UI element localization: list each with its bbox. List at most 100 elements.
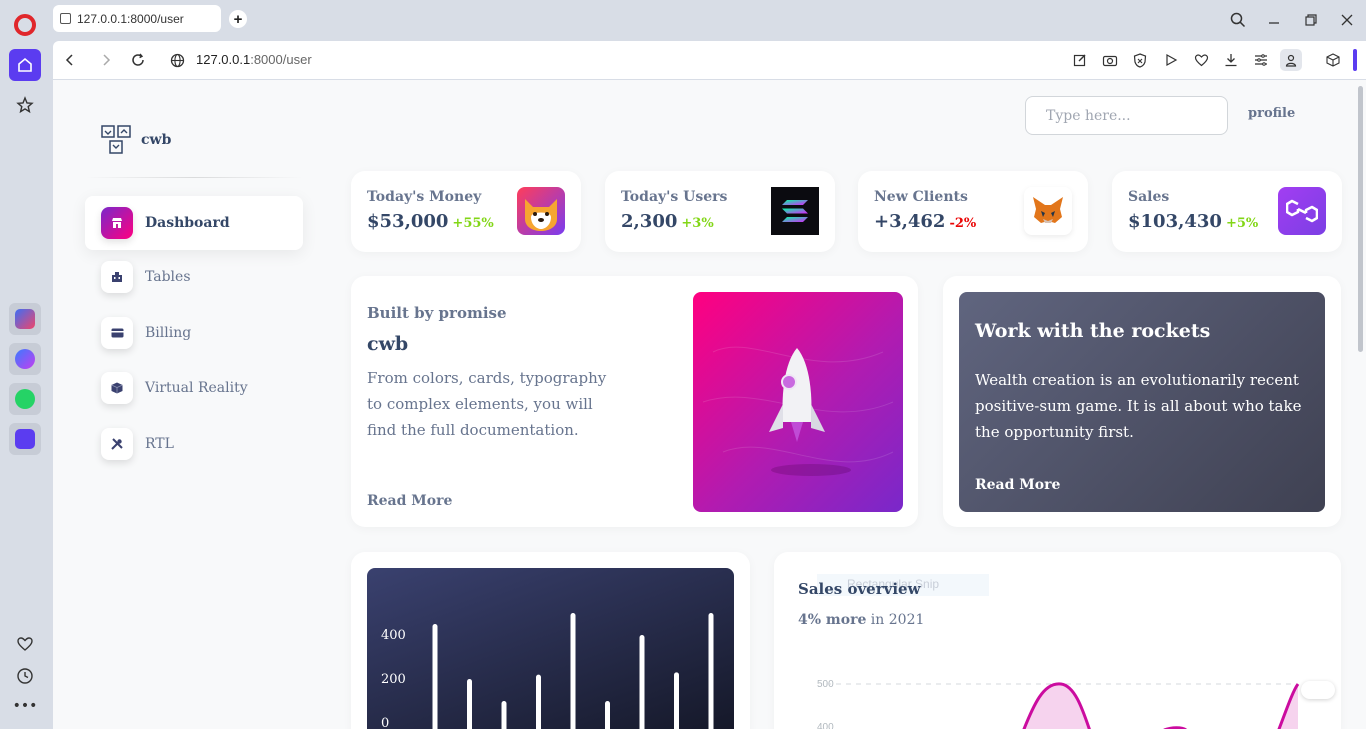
messenger-icon[interactable] [9, 343, 41, 375]
history-clock-icon[interactable] [9, 660, 41, 692]
home-icon[interactable] [9, 49, 41, 81]
rockets-text: Wealth creation is an evolutionarily rec… [975, 371, 1302, 441]
bar [432, 624, 438, 729]
reload-icon[interactable] [127, 49, 149, 71]
music-player-icon[interactable] [9, 423, 41, 455]
opera-logo-icon[interactable] [14, 14, 36, 36]
aria-app-icon[interactable] [9, 303, 41, 335]
stat-card-users: Today's Users 2,300 +3% [605, 171, 835, 252]
more-options-icon[interactable]: ••• [9, 690, 41, 722]
y-tick-label: 200 [381, 672, 406, 687]
stat-change: +55% [452, 216, 494, 231]
heart-bookmark-icon[interactable] [1191, 50, 1211, 70]
forward-icon[interactable] [95, 49, 117, 71]
stat-change: +5% [1225, 216, 1259, 231]
stat-number: $103,430 [1128, 211, 1222, 232]
polygon-icon [1278, 187, 1326, 235]
site-info-globe-icon[interactable] [166, 49, 188, 71]
sales-overview-card: Rectangular Snip Sales overview 4% more … [774, 552, 1341, 729]
url-path: :8000/user [250, 52, 312, 67]
rocket-illustration [693, 292, 903, 512]
tab-favicon-icon [60, 13, 71, 24]
promise-text: From colors, cards, typography to comple… [367, 369, 607, 439]
search-tabs-icon[interactable] [1226, 8, 1250, 32]
y-tick-label: 0 [381, 716, 389, 729]
brand-name: cwb [141, 132, 172, 148]
read-more-link[interactable]: Read More [975, 477, 1060, 493]
restore-icon[interactable] [1299, 8, 1323, 32]
y-tick-label: 500 [817, 679, 834, 690]
sidebar-item-dashboard[interactable]: Dashboard [85, 196, 303, 250]
bar [501, 701, 507, 729]
stat-value: $53,000 +55% [367, 211, 494, 232]
bar [570, 613, 576, 729]
sidebar-item-label: Dashboard [145, 215, 230, 231]
y-tick-label: 400 [817, 722, 834, 729]
minimize-icon[interactable] [1262, 8, 1286, 32]
tab-bar: 127.0.0.1:8000/user + [50, 0, 1366, 40]
url-field[interactable]: 127.0.0.1:8000/user [196, 52, 312, 67]
sales-line-chart: 500 400 [817, 679, 1300, 729]
solana-icon [771, 187, 819, 235]
tab-title: 127.0.0.1:8000/user [77, 11, 184, 26]
close-window-icon[interactable] [1335, 8, 1359, 32]
sidebar-divider [85, 177, 303, 178]
read-more-link[interactable]: Read More [367, 493, 452, 509]
camera-snapshot-icon[interactable] [1100, 50, 1120, 70]
shop-icon [101, 207, 133, 239]
profile-link[interactable]: profile [1248, 106, 1295, 121]
bar [536, 674, 541, 729]
box-3d-icon [101, 372, 133, 404]
stat-label: Sales [1128, 189, 1170, 205]
promise-subtitle: Built by promise [367, 304, 507, 322]
bar-chart-panel: 400 200 0 [367, 568, 734, 729]
rockets-panel: Work with the rockets Wealth creation is… [959, 292, 1325, 512]
easy-setup-icon[interactable] [1251, 50, 1271, 70]
player-play-icon[interactable] [1161, 50, 1181, 70]
brand-logo-icon [101, 125, 131, 154]
new-tab-icon[interactable]: + [229, 10, 247, 28]
y-tick-label: 400 [381, 628, 406, 643]
web-page: cwb Dashboard Tables Billing Virtual Rea… [53, 80, 1366, 729]
sidebar-item-virtual-reality[interactable]: Virtual Reality [85, 361, 303, 415]
stat-value: 2,300 +3% [621, 211, 714, 232]
stat-number: $53,000 [367, 211, 449, 232]
back-icon[interactable] [59, 49, 81, 71]
user-account-icon[interactable] [1280, 49, 1302, 71]
stat-card-clients: New Clients +3,462 -2% [858, 171, 1088, 252]
search-input[interactable] [1025, 96, 1228, 135]
sidebar-item-billing[interactable]: Billing [85, 306, 303, 360]
bar-chart-card: 400 200 0 [351, 552, 750, 729]
whatsapp-icon[interactable] [9, 383, 41, 415]
extensions-cube-icon[interactable] [1323, 50, 1343, 70]
sidebar-item-label: RTL [145, 436, 174, 452]
rockets-title: Work with the rockets [975, 320, 1211, 342]
sidebar-item-rtl[interactable]: RTL [85, 417, 303, 471]
stat-card-money: Today's Money $53,000 +55% [351, 171, 581, 252]
address-bar: 127.0.0.1:8000/user [53, 41, 1366, 79]
bar [639, 635, 645, 729]
sidebar-item-tables[interactable]: Tables [85, 250, 303, 304]
credit-card-icon [101, 317, 133, 349]
brand[interactable]: cwb [101, 125, 171, 155]
stat-value: $103,430 +5% [1128, 211, 1258, 232]
download-icon[interactable] [1221, 50, 1241, 70]
rockets-card: Work with the rockets Wealth creation is… [943, 276, 1341, 527]
edit-page-icon[interactable] [1070, 50, 1090, 70]
stat-label: Today's Money [367, 189, 482, 205]
browser-tab[interactable]: 127.0.0.1:8000/user [53, 5, 221, 32]
url-host: 127.0.0.1 [196, 52, 251, 67]
star-icon[interactable] [9, 89, 41, 121]
page-scrollbar[interactable] [1358, 86, 1363, 352]
stat-card-sales: Sales $103,430 +5% [1112, 171, 1342, 252]
stat-value: +3,462 -2% [874, 211, 976, 232]
stat-number: 2,300 [621, 211, 678, 232]
heart-icon[interactable] [9, 628, 41, 660]
stat-change: +3% [681, 216, 714, 231]
sidebar-item-label: Billing [145, 325, 192, 341]
chart-tooltip-handle[interactable] [1301, 681, 1335, 699]
adblock-shield-icon[interactable] [1130, 50, 1150, 70]
stat-change: -2% [949, 216, 977, 231]
bar [605, 701, 610, 729]
bar-chart: 400 200 0 [381, 613, 714, 729]
